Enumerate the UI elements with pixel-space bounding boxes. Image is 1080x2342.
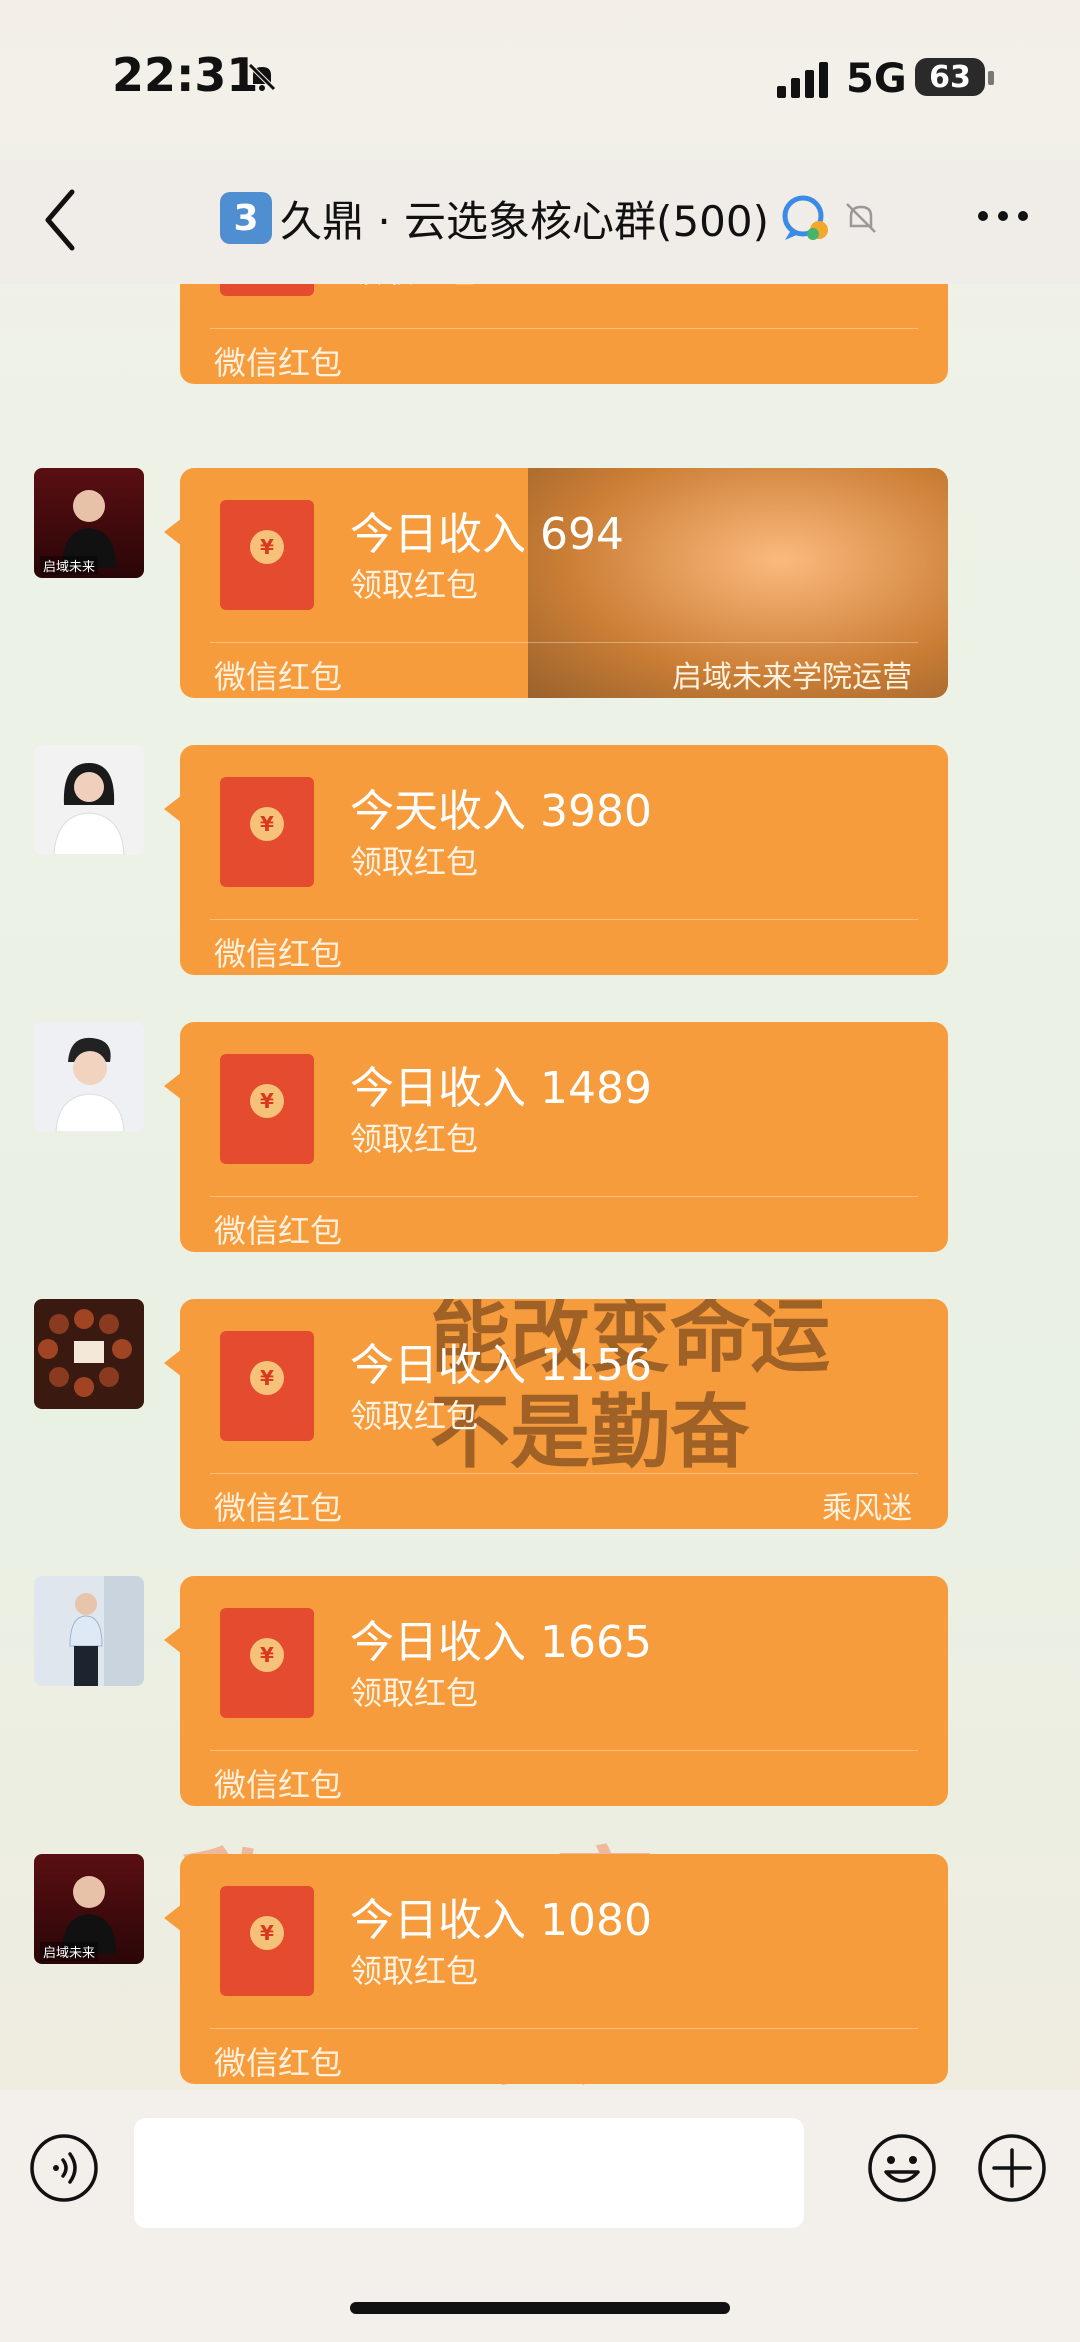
sender-avatar[interactable] bbox=[34, 1299, 144, 1409]
red-packet-action: 领取红包 bbox=[350, 284, 478, 292]
mute-bell-icon bbox=[248, 63, 276, 91]
group-number-badge: 3 bbox=[220, 192, 272, 244]
sender-avatar[interactable] bbox=[34, 745, 144, 855]
red-packet-label: 微信红包 bbox=[214, 935, 343, 973]
red-packet-title: 今日收入 1156 bbox=[350, 1340, 652, 1391]
battery-indicator: 63 bbox=[915, 58, 985, 96]
coin-icon: ¥ bbox=[250, 1084, 284, 1118]
red-packet-title: 今天收入 3980 bbox=[350, 786, 652, 837]
network-type: 5G bbox=[846, 56, 907, 102]
red-packet-icon: ¥ bbox=[220, 1054, 314, 1164]
coin-icon: ¥ bbox=[250, 530, 284, 564]
coin-icon: ¥ bbox=[250, 807, 284, 841]
signal-icon bbox=[777, 62, 828, 98]
status-time: 22:31 bbox=[112, 48, 259, 102]
bell-off-icon bbox=[846, 203, 876, 233]
message-list[interactable]: 私 享 · 卖 生 ¥ 领取红包 微信红包 启域未来 ¥ 今日收入 694 领取… bbox=[0, 284, 1080, 2090]
sender-avatar[interactable] bbox=[34, 1576, 144, 1686]
red-packet-action: 领取红包 bbox=[350, 1952, 479, 1990]
chat-header: 3 久鼎 · 云选象核心群(500) bbox=[0, 160, 1080, 284]
red-packet-icon: ¥ bbox=[220, 1608, 314, 1718]
person-icon bbox=[53, 763, 125, 855]
red-packet-message[interactable]: ¥ 今日收入 694 领取红包 微信红包 启域未来学院运营 bbox=[180, 468, 948, 698]
red-packet-title: 今日收入 1489 bbox=[350, 1063, 652, 1114]
chat-title: 久鼎 · 云选象核心群(500) bbox=[280, 196, 769, 246]
divider bbox=[210, 642, 918, 643]
avatar-brand-label: 启域未来 bbox=[40, 556, 99, 575]
chat-bubble-icon bbox=[782, 195, 828, 240]
red-packet-action: 领取红包 bbox=[350, 1397, 479, 1435]
plus-icon[interactable] bbox=[976, 2132, 1048, 2204]
sender-avatar[interactable]: 启域未来 bbox=[34, 1854, 144, 1964]
divider bbox=[210, 1750, 918, 1751]
red-packet-action: 领取红包 bbox=[350, 566, 479, 604]
status-bar: 22:31 5G 63 bbox=[0, 0, 1080, 160]
chat-title-group[interactable]: 3 久鼎 · 云选象核心群(500) bbox=[220, 182, 881, 254]
red-packet-label: 微信红包 bbox=[214, 1212, 343, 1250]
red-packet-label: 微信红包 bbox=[214, 658, 343, 696]
watermark-text: 启域未来学院运营 bbox=[672, 660, 912, 695]
red-packet-message[interactable]: ¥ 今日收入 1489 领取红包 微信红包 bbox=[180, 1022, 948, 1252]
coin-icon: ¥ bbox=[250, 1638, 284, 1672]
more-icon[interactable] bbox=[973, 196, 1033, 236]
coin-icon: ¥ bbox=[250, 1916, 284, 1950]
red-packet-message[interactable]: ¥ 今日收入 1665 领取红包 微信红包 bbox=[180, 1576, 948, 1806]
divider bbox=[210, 2028, 918, 2029]
message-input[interactable] bbox=[134, 2118, 804, 2228]
red-packet-icon: ¥ bbox=[220, 500, 314, 610]
divider bbox=[210, 1196, 918, 1197]
red-packet-action: 领取红包 bbox=[350, 1674, 479, 1712]
beads-image bbox=[38, 1309, 132, 1397]
sender-avatar[interactable]: 启域未来 bbox=[34, 468, 144, 578]
red-packet-label: 微信红包 bbox=[214, 344, 343, 382]
red-packet-icon: ¥ bbox=[220, 284, 314, 296]
red-packet-label: 微信红包 bbox=[214, 2044, 343, 2082]
person-icon bbox=[55, 1037, 125, 1132]
red-packet-icon: ¥ bbox=[220, 1331, 314, 1441]
avatar-brand-label: 启域未来 bbox=[40, 1942, 99, 1961]
red-packet-message[interactable]: ¥ 今日收入 1080 领取红包 微信红包 bbox=[180, 1854, 948, 2084]
red-packet-action: 领取红包 bbox=[350, 1120, 479, 1158]
divider bbox=[210, 328, 918, 329]
input-bar bbox=[0, 2090, 1080, 2342]
emoji-icon[interactable] bbox=[866, 2132, 938, 2204]
red-packet-action: 领取红包 bbox=[350, 843, 479, 881]
red-packet-title: 今日收入 1665 bbox=[350, 1617, 652, 1668]
voice-icon[interactable] bbox=[28, 2132, 100, 2204]
red-packet-label: 微信红包 bbox=[214, 1766, 343, 1804]
sender-avatar[interactable] bbox=[34, 1022, 144, 1132]
red-packet-title: 今日收入 1080 bbox=[350, 1895, 652, 1946]
home-indicator[interactable] bbox=[350, 2302, 730, 2314]
red-packet-title: 今日收入 694 bbox=[350, 509, 624, 560]
divider bbox=[210, 1473, 918, 1474]
red-packet-message[interactable]: ¥ 今天收入 3980 领取红包 微信红包 bbox=[180, 745, 948, 975]
red-packet-icon: ¥ bbox=[220, 1886, 314, 1996]
red-packet-message[interactable]: 能改变命运 不是勤奋 ¥ 今日收入 1156 领取红包 微信红包 乘风迷 bbox=[180, 1299, 948, 1529]
watermark-text: 乘风迷 bbox=[822, 1491, 912, 1526]
battery-tip bbox=[988, 71, 994, 85]
person-icon bbox=[69, 1576, 144, 1686]
red-packet-label: 微信红包 bbox=[214, 1489, 343, 1527]
back-icon[interactable] bbox=[36, 182, 86, 258]
divider bbox=[210, 919, 918, 920]
red-packet-message[interactable]: ¥ 领取红包 微信红包 bbox=[180, 284, 948, 384]
slogan-line-2: 不是勤奋 bbox=[430, 1386, 750, 1479]
coin-icon: ¥ bbox=[250, 1361, 284, 1395]
red-packet-icon: ¥ bbox=[220, 777, 314, 887]
